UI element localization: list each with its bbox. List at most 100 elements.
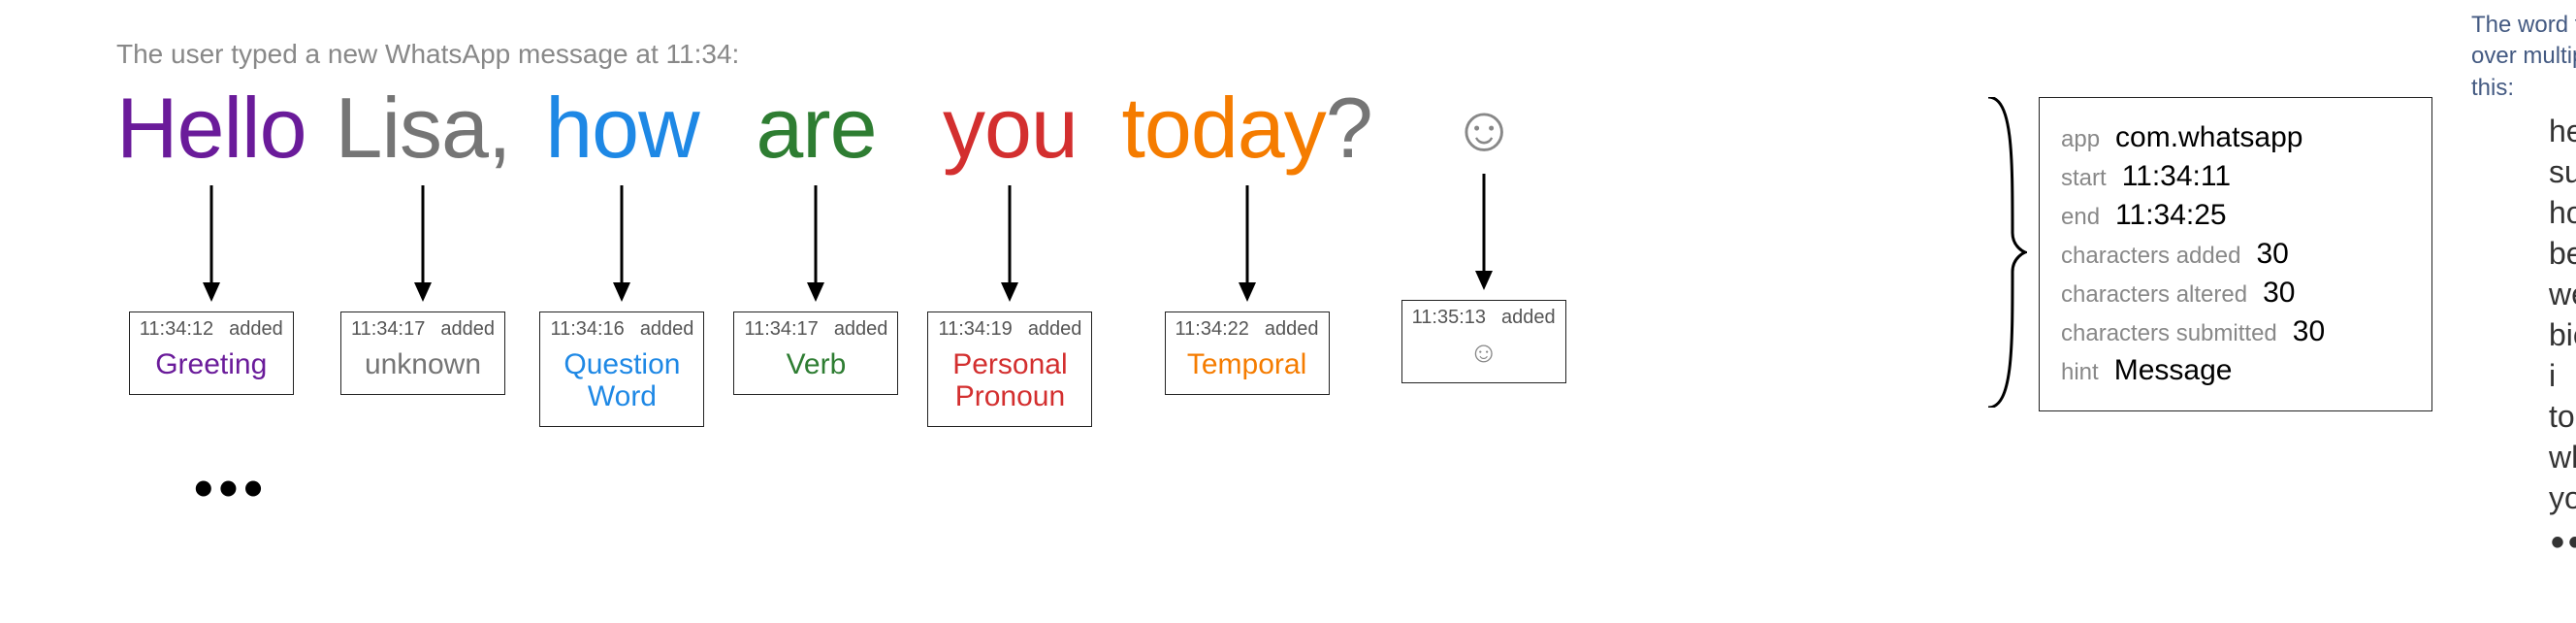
- meta-status: added: [229, 318, 283, 341]
- meta-time: 11:34:16: [550, 318, 624, 341]
- freq-word: today: [2549, 399, 2576, 436]
- left-panel: The user typed a new WhatsApp message at…: [116, 39, 1930, 519]
- token-meta-box: 11:34:17 added Verb: [733, 312, 898, 395]
- brace-and-event: app com.whatsapp start 11:34:11 end 11:3…: [1969, 97, 2432, 411]
- token-text: ☺: [1451, 92, 1515, 164]
- event-row-hint: hint Message: [2061, 354, 2410, 387]
- token-word: how: [545, 82, 698, 176]
- meta-status: added: [1501, 307, 1556, 329]
- token-word: are: [756, 82, 876, 176]
- meta-status: added: [640, 318, 694, 341]
- event-val: Message: [2114, 354, 2233, 387]
- token-meta-box: 11:34:12 added Greeting: [129, 312, 294, 395]
- event-row-end: end 11:34:25: [2061, 199, 2410, 232]
- token-text: Hello: [116, 80, 306, 176]
- arrow-down-icon: [411, 185, 435, 302]
- event-val: com.whatsapp: [2115, 121, 2302, 154]
- token-text: you: [943, 80, 1078, 176]
- left-caption: The user typed a new WhatsApp message at…: [116, 39, 1930, 70]
- arrow-down-icon: [1236, 185, 1259, 302]
- token-word: Hello: [116, 82, 306, 176]
- meta-time: 11:34:19: [938, 318, 1012, 341]
- arrow-down-icon: [998, 185, 1021, 302]
- meta-time: 11:35:13: [1412, 307, 1486, 329]
- token-text: Lisa: [336, 80, 488, 176]
- token-row: Hello 11:34:12 added Greeting Lisa, 11:34:17 a…: [116, 82, 1930, 427]
- arrow-down-icon: [610, 185, 633, 302]
- meta-head: 11:34:16 added: [550, 318, 693, 341]
- freq-word: summer: [2549, 154, 2576, 191]
- token-meta-box: 11:34:17 added unknown: [340, 312, 505, 395]
- arrow-down-icon: [1472, 174, 1496, 290]
- freq-word: i: [2549, 358, 2576, 395]
- token-word: today?: [1121, 82, 1371, 176]
- freq-table: hello322summer16how84be129we99bicycle12i…: [2549, 114, 2576, 565]
- meta-time: 11:34:12: [140, 318, 213, 341]
- token-column: ☺ 11:35:13 added ☺: [1401, 82, 1566, 427]
- token-text: are: [756, 80, 876, 176]
- token-punct: ?: [1326, 80, 1372, 176]
- event-key: hint: [2061, 359, 2099, 386]
- freq-ellipsis: •••: [2549, 521, 2576, 565]
- meta-label: Question Word: [550, 348, 693, 412]
- meta-head: 11:34:17 added: [744, 318, 887, 341]
- meta-status: added: [1265, 318, 1319, 341]
- token-meta-box: 11:34:16 added Question Word: [539, 312, 704, 427]
- event-row-added: characters added 30: [2061, 238, 2410, 271]
- meta-label: Greeting: [140, 348, 283, 380]
- meta-label: Temporal: [1175, 348, 1319, 380]
- event-key: end: [2061, 204, 2100, 231]
- event-val: 30: [2293, 315, 2325, 348]
- token-column: today? 11:34:22added Temporal: [1121, 82, 1371, 427]
- meta-status: added: [834, 318, 888, 341]
- token-column: you 11:34:19 added Personal Pronoun: [927, 82, 1092, 427]
- token-text: today: [1121, 80, 1325, 176]
- freq-caption: The word frequency table, accumulated ov…: [2471, 10, 2576, 104]
- token-column: Lisa, 11:34:17 added unknown: [336, 82, 511, 427]
- event-row-start: start 11:34:11: [2061, 160, 2410, 193]
- freq-word: how: [2549, 195, 2576, 232]
- event-key: characters submitted: [2061, 320, 2277, 347]
- token-meta-box: 11:34:19 added Personal Pronoun: [927, 312, 1092, 427]
- token-column: Hello 11:34:12 added Greeting: [116, 82, 306, 427]
- curly-brace-icon: [1969, 97, 2027, 408]
- meta-label: unknown: [351, 348, 495, 380]
- event-val: 11:34:11: [2122, 160, 2231, 193]
- event-box: app com.whatsapp start 11:34:11 end 11:3…: [2039, 97, 2432, 411]
- arrow-down-icon: [804, 185, 827, 302]
- token-word: Lisa,: [336, 82, 511, 176]
- freq-word: we: [2549, 277, 2576, 313]
- meta-time: 11:34:17: [744, 318, 818, 341]
- event-val: 30: [2263, 277, 2295, 310]
- smiley-icon: ☺: [1451, 82, 1515, 164]
- event-val: 11:34:25: [2115, 199, 2227, 232]
- meta-head: 11:34:12 added: [140, 318, 283, 341]
- meta-head: 11:34:22added: [1175, 318, 1319, 341]
- token-column: how 11:34:16 added Question Word: [539, 82, 704, 427]
- event-row-app: app com.whatsapp: [2061, 121, 2410, 154]
- meta-status: added: [1028, 318, 1082, 341]
- event-key: app: [2061, 126, 2100, 153]
- event-key: characters added: [2061, 243, 2240, 270]
- right-panel: The word frequency table, accumulated ov…: [2471, 10, 2576, 565]
- meta-label: Verb: [744, 348, 887, 380]
- meta-head: 11:35:13 added: [1412, 307, 1556, 329]
- token-meta-box: 11:35:13 added ☺: [1401, 300, 1566, 383]
- token-text: how: [545, 80, 698, 176]
- event-key: characters altered: [2061, 281, 2247, 309]
- meta-label: Personal Pronoun: [938, 348, 1081, 412]
- meta-head: 11:34:19 added: [938, 318, 1081, 341]
- token-meta-box: 11:34:22added Temporal: [1165, 312, 1330, 395]
- meta-time: 11:34:17: [351, 318, 425, 341]
- freq-word: bicycle: [2549, 317, 2576, 354]
- freq-word: you: [2549, 480, 2576, 517]
- ellipsis-dots: •••: [194, 456, 1930, 519]
- freq-word: be: [2549, 236, 2576, 273]
- smiley-icon: ☺: [1412, 337, 1556, 369]
- freq-word: hello: [2549, 114, 2576, 150]
- diagram-stage: The user typed a new WhatsApp message at…: [116, 39, 2460, 565]
- freq-word: why: [2549, 440, 2576, 476]
- event-row-submitted: characters submitted 30: [2061, 315, 2410, 348]
- meta-status: added: [440, 318, 495, 341]
- token-punct: ,: [488, 80, 510, 176]
